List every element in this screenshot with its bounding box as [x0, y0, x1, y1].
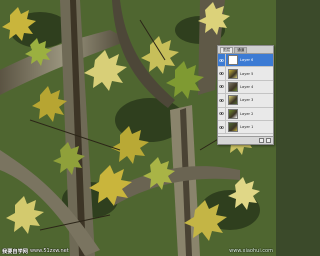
visibility-toggle[interactable] [218, 120, 226, 134]
eye-icon [219, 58, 224, 62]
layer-name: Layer 2 [240, 111, 254, 116]
layer-thumbnail [228, 95, 238, 106]
layer-name: Layer 3 [240, 98, 254, 103]
panel-footer [218, 136, 273, 144]
layer-row[interactable]: Layer 5 [218, 67, 273, 81]
layer-row[interactable]: Layer 2 [218, 107, 273, 121]
eye-icon [219, 112, 224, 116]
visibility-toggle[interactable] [218, 80, 226, 94]
visibility-toggle[interactable] [218, 107, 226, 120]
layer-name: Layer 6 [240, 58, 254, 63]
eye-icon [219, 125, 224, 129]
layer-thumbnail [228, 108, 238, 119]
watermark-title: 我要自学网 [2, 248, 28, 255]
watermark-url: www.51zxw.net [29, 248, 69, 254]
layer-row[interactable]: Layer 3 [218, 94, 273, 108]
eye-icon [219, 72, 224, 76]
layer-thumbnail [228, 81, 238, 92]
new-layer-button[interactable] [259, 138, 264, 143]
tab-channels[interactable]: 通道 [234, 47, 248, 53]
layer-thumbnail [228, 55, 238, 66]
layer-name: Layer 1 [240, 125, 254, 130]
visibility-toggle[interactable] [218, 67, 226, 80]
delete-layer-button[interactable] [266, 138, 271, 143]
layer-thumbnail [228, 68, 238, 79]
visibility-toggle[interactable] [218, 94, 226, 107]
visibility-toggle[interactable] [218, 54, 226, 67]
layers-panel: 图层 通道 Layer 6 Layer 5 Layer 4 Layer 3 Layer … [217, 45, 274, 145]
watermark-right: www.xiaohui.com [229, 248, 273, 254]
layer-row[interactable]: Layer 1 [218, 120, 273, 135]
eye-icon [219, 85, 224, 89]
layer-list: Layer 6 Layer 5 Layer 4 Layer 3 Layer 2 Layer… [218, 54, 273, 137]
layer-name: Layer 5 [240, 71, 254, 76]
eye-icon [219, 98, 224, 102]
layer-name: Layer 4 [240, 84, 254, 89]
panel-tabs: 图层 通道 [218, 46, 273, 54]
watermark-left: 我要自学网 www.51zxw.net [2, 247, 69, 255]
layer-row[interactable]: Layer 4 [218, 80, 273, 95]
layer-thumbnail [228, 122, 238, 133]
tab-layers[interactable]: 图层 [220, 47, 234, 53]
layer-row[interactable]: Layer 6 [218, 54, 273, 68]
